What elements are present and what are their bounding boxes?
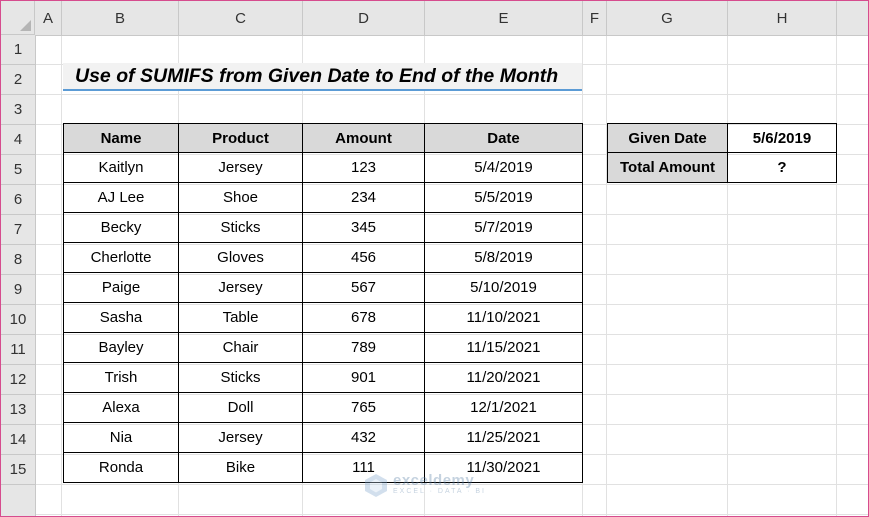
total-amount-label: Total Amount xyxy=(620,159,715,176)
table-cell-product[interactable]: Shoe xyxy=(178,182,303,213)
table-cell-amount[interactable]: 901 xyxy=(302,362,425,393)
table-cell-date[interactable]: 11/15/2021 xyxy=(424,332,583,363)
row-header-13[interactable]: 13 xyxy=(1,395,35,425)
spreadsheet[interactable]: ABCDEFGH 1 2 3 4 5 6 7 8 9 10 11 12 13 14 15 Use of SU… xyxy=(0,0,869,517)
row-header-15[interactable]: 15 xyxy=(1,455,35,485)
row-header-14[interactable]: 14 xyxy=(1,425,35,455)
table-cell-amount[interactable]: 432 xyxy=(302,422,425,453)
table-cell-amount[interactable]: 123 xyxy=(302,152,425,183)
table-cell-amount[interactable]: 765 xyxy=(302,392,425,423)
total-amount-value: ? xyxy=(777,159,787,176)
table-cell-product[interactable]: Sticks xyxy=(178,362,303,393)
table-cell-product[interactable]: Chair xyxy=(178,332,303,363)
table-cell-name[interactable]: Ronda xyxy=(63,452,179,483)
table-cell-product[interactable]: Doll xyxy=(178,392,303,423)
table-header-amount[interactable]: Amount xyxy=(302,123,425,153)
sheet-title-cell[interactable]: Use of SUMIFS from Given Date to End of … xyxy=(63,63,582,91)
table-cell-date[interactable]: 5/10/2019 xyxy=(424,272,583,303)
column-header-d[interactable]: D xyxy=(303,1,425,35)
table-cell-date[interactable]: 5/5/2019 xyxy=(424,182,583,213)
total-amount-label-cell[interactable]: Total Amount xyxy=(607,152,728,183)
select-all-corner[interactable] xyxy=(1,1,35,35)
total-amount-value-cell[interactable]: ? xyxy=(727,152,837,183)
row-header-8[interactable]: 8 xyxy=(1,245,35,275)
table-cell-name[interactable]: Paige xyxy=(63,272,179,303)
table-header-name[interactable]: Name xyxy=(63,123,179,153)
table-cell-name[interactable]: Alexa xyxy=(63,392,179,423)
table-cell-date[interactable]: 11/10/2021 xyxy=(424,302,583,333)
table-cell-amount[interactable]: 234 xyxy=(302,182,425,213)
row-header-2[interactable]: 2 xyxy=(1,65,35,95)
table-cell-date[interactable]: 5/4/2019 xyxy=(424,152,583,183)
table-cell-product[interactable]: Gloves xyxy=(178,242,303,273)
exceldemy-logo-icon xyxy=(365,474,387,497)
table-cell-product[interactable]: Jersey xyxy=(178,272,303,303)
column-header-c[interactable]: C xyxy=(179,1,303,35)
table-header-date[interactable]: Date xyxy=(424,123,583,153)
table-cell-name[interactable]: Becky xyxy=(63,212,179,243)
row-header-12[interactable]: 12 xyxy=(1,365,35,395)
table-cell-date[interactable]: 5/8/2019 xyxy=(424,242,583,273)
row-header-4[interactable]: 4 xyxy=(1,125,35,155)
column-header-f[interactable]: F xyxy=(583,1,607,35)
watermark-name: exceldemy xyxy=(393,472,475,489)
row-header-3[interactable]: 3 xyxy=(1,95,35,125)
row-header-1[interactable]: 1 xyxy=(1,35,35,65)
column-header-h[interactable]: H xyxy=(728,1,837,35)
row-header-7[interactable]: 7 xyxy=(1,215,35,245)
row-header-10[interactable]: 10 xyxy=(1,305,35,335)
select-all-triangle-icon xyxy=(20,20,31,31)
table-cell-name[interactable]: Bayley xyxy=(63,332,179,363)
column-header-b[interactable]: B xyxy=(62,1,179,35)
table-cell-amount[interactable]: 789 xyxy=(302,332,425,363)
table-cell-name[interactable]: AJ Lee xyxy=(63,182,179,213)
watermark-sub: EXCEL · DATA · BI xyxy=(393,488,486,495)
table-cell-product[interactable]: Jersey xyxy=(178,422,303,453)
column-header-e[interactable]: E xyxy=(425,1,583,35)
table-cell-date[interactable]: 11/25/2021 xyxy=(424,422,583,453)
table-cell-date[interactable]: 5/7/2019 xyxy=(424,212,583,243)
table-cell-product[interactable]: Bike xyxy=(178,452,303,483)
column-header-g[interactable]: G xyxy=(607,1,728,35)
row-header-11[interactable]: 11 xyxy=(1,335,35,365)
given-date-label: Given Date xyxy=(628,129,707,147)
table-cell-product[interactable]: Table xyxy=(178,302,303,333)
table-cell-amount[interactable]: 345 xyxy=(302,212,425,243)
table-cell-name[interactable]: Cherlotte xyxy=(63,242,179,273)
table-cell-name[interactable]: Sasha xyxy=(63,302,179,333)
exceldemy-watermark: exceldemy EXCEL · DATA · BI xyxy=(363,470,513,500)
table-cell-date[interactable]: 11/20/2021 xyxy=(424,362,583,393)
table-header-product[interactable]: Product xyxy=(178,123,303,153)
given-date-value: 5/6/2019 xyxy=(752,129,812,147)
given-date-value-cell[interactable]: 5/6/2019 xyxy=(727,123,837,153)
sheet-title: Use of SUMIFS from Given Date to End of … xyxy=(75,64,559,87)
column-header-a[interactable]: A xyxy=(35,1,62,35)
given-date-label-cell[interactable]: Given Date xyxy=(607,123,728,153)
table-cell-product[interactable]: Sticks xyxy=(178,212,303,243)
row-header-5[interactable]: 5 xyxy=(1,155,35,185)
row-header-9[interactable]: 9 xyxy=(1,275,35,305)
table-cell-name[interactable]: Trish xyxy=(63,362,179,393)
row-header-6[interactable]: 6 xyxy=(1,185,35,215)
table-cell-product[interactable]: Jersey xyxy=(178,152,303,183)
table-cell-date[interactable]: 12/1/2021 xyxy=(424,392,583,423)
table-cell-name[interactable]: Kaitlyn xyxy=(63,152,179,183)
table-cell-amount[interactable]: 456 xyxy=(302,242,425,273)
table-cell-amount[interactable]: 678 xyxy=(302,302,425,333)
table-cell-name[interactable]: Nia xyxy=(63,422,179,453)
table-cell-amount[interactable]: 567 xyxy=(302,272,425,303)
